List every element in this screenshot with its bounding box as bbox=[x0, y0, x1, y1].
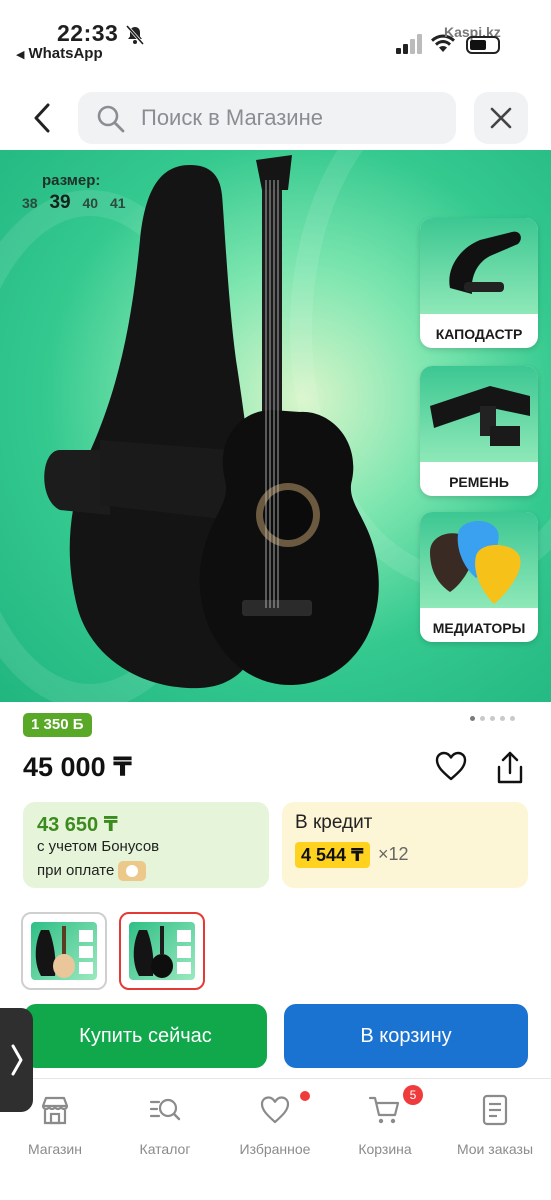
bell-muted-icon bbox=[125, 25, 145, 45]
strap-icon bbox=[420, 366, 538, 462]
add-to-cart-button[interactable]: В корзину bbox=[284, 1004, 528, 1068]
product-image-carousel[interactable]: размер: 38 39 40 41 КАПОДАСТР РЕМЕНЬ МЕД… bbox=[0, 150, 551, 702]
bottom-nav: Магазин Каталог Избранное 5 Корзина Мои … bbox=[0, 1078, 551, 1200]
back-app-label: WhatsApp bbox=[28, 45, 103, 62]
favorite-button[interactable] bbox=[434, 750, 468, 782]
nav-item-favorites[interactable]: Избранное bbox=[225, 1091, 325, 1161]
nav-label: Каталог bbox=[139, 1141, 191, 1157]
accessory-label: КАПОДАСТР bbox=[435, 326, 523, 342]
buy-now-button[interactable]: Купить сейчас bbox=[24, 1004, 267, 1068]
chevron-right-icon bbox=[11, 1044, 22, 1076]
search-row: Поиск в Магазине bbox=[0, 90, 551, 146]
accessory-card-strap: РЕМЕНЬ bbox=[420, 366, 538, 496]
back-to-app-link[interactable]: ◀ WhatsApp bbox=[16, 45, 103, 62]
side-panel-handle[interactable] bbox=[0, 1008, 33, 1112]
carousel-dot-active bbox=[470, 716, 475, 721]
carousel-dots bbox=[470, 716, 515, 721]
nav-label: Магазин bbox=[27, 1141, 82, 1157]
close-button[interactable] bbox=[474, 92, 528, 144]
kaspi-bonus-icon bbox=[118, 861, 147, 881]
credit-monthly-amount: 4 544 ₸ bbox=[295, 842, 370, 868]
bonus-badge: 1 350 Б bbox=[23, 713, 92, 737]
bonus-line1: с учетом Бонусов bbox=[37, 838, 160, 855]
cart-icon bbox=[368, 1096, 400, 1124]
variant-thumbnail[interactable] bbox=[21, 912, 107, 990]
search-icon bbox=[97, 105, 125, 133]
accessory-card-picks: МЕДИАТОРЫ bbox=[420, 512, 538, 642]
nav-item-catalog[interactable]: Каталог bbox=[115, 1091, 215, 1161]
carousel-dot bbox=[500, 716, 505, 721]
bonus-price-card[interactable]: 43 650 ₸ с учетом Бонусов при оплате bbox=[23, 802, 269, 888]
store-icon bbox=[41, 1096, 69, 1125]
accessory-label: РЕМЕНЬ bbox=[449, 474, 509, 490]
credit-months: ×12 bbox=[378, 844, 409, 864]
status-time: 22:33 bbox=[57, 20, 119, 46]
nav-label: Избранное bbox=[239, 1141, 311, 1157]
battery-icon bbox=[466, 36, 500, 54]
share-icon bbox=[497, 751, 523, 784]
cart-count-badge: 5 bbox=[403, 1085, 423, 1105]
nav-item-orders[interactable]: Мои заказы bbox=[445, 1091, 545, 1161]
carousel-dot bbox=[480, 716, 485, 721]
variant-black-guitar-image bbox=[129, 922, 195, 980]
variant-natural-guitar-image bbox=[31, 922, 97, 980]
orders-icon bbox=[482, 1094, 508, 1126]
picks-icon bbox=[420, 512, 538, 608]
variant-thumbnail-selected[interactable] bbox=[119, 912, 205, 990]
status-bar: 22:33 ◀ WhatsApp Kaspi.kz bbox=[0, 0, 551, 80]
heart-icon bbox=[260, 1096, 290, 1124]
credit-card[interactable]: В кредит 4 544 ₸ ×12 bbox=[282, 802, 528, 888]
carousel-dot bbox=[490, 716, 495, 721]
share-button[interactable] bbox=[494, 750, 526, 786]
favorites-dot bbox=[300, 1091, 310, 1101]
catalog-search-icon bbox=[149, 1098, 181, 1121]
nav-label: Мои заказы bbox=[456, 1141, 534, 1157]
search-input[interactable]: Поиск в Магазине bbox=[78, 92, 456, 144]
chevron-left-icon bbox=[34, 103, 50, 133]
search-placeholder: Поиск в Магазине bbox=[141, 105, 323, 130]
heart-icon bbox=[435, 751, 467, 781]
carousel-dot bbox=[510, 716, 515, 721]
nav-label: Корзина bbox=[358, 1141, 412, 1157]
back-button[interactable] bbox=[22, 96, 62, 140]
credit-title: В кредит bbox=[295, 812, 373, 833]
signal-icon bbox=[396, 34, 422, 54]
bonus-price: 43 650 ₸ bbox=[37, 814, 118, 836]
close-icon bbox=[490, 107, 512, 129]
bonus-line2-text: при оплате bbox=[37, 861, 115, 879]
accessory-label: МЕДИАТОРЫ bbox=[432, 620, 526, 636]
product-price: 45 000 ₸ bbox=[23, 752, 132, 782]
nav-item-cart[interactable]: 5 Корзина bbox=[335, 1085, 435, 1161]
accessory-card-capo: КАПОДАСТР bbox=[420, 218, 538, 348]
capo-icon bbox=[420, 218, 538, 314]
bonus-line2: при оплате bbox=[37, 861, 147, 881]
